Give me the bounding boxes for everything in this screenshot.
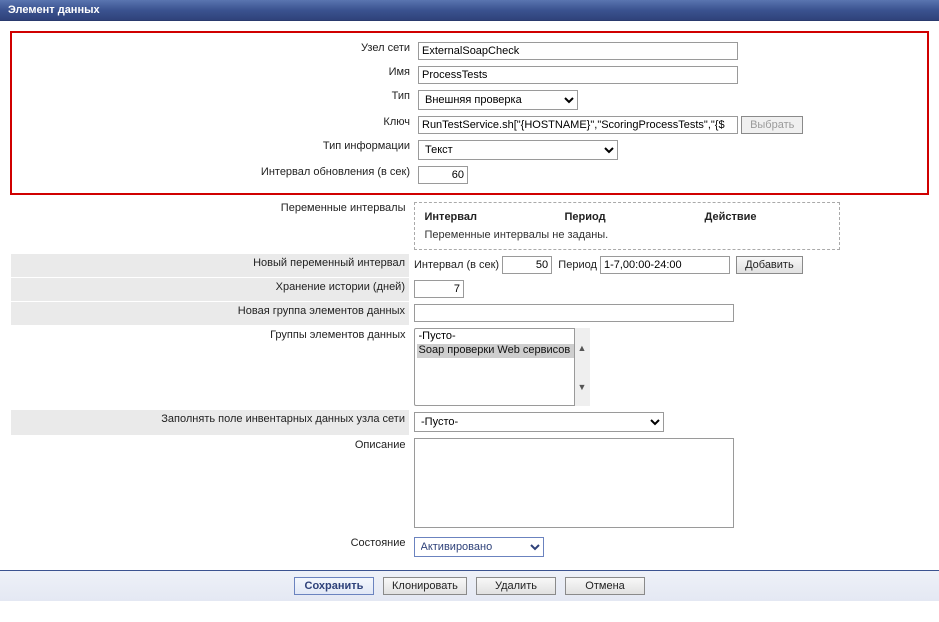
- intervals-box: Интервал Период Действие Переменные инте…: [414, 202, 840, 250]
- new-interval-period-input[interactable]: [600, 256, 730, 274]
- add-interval-button[interactable]: Добавить: [736, 256, 803, 274]
- intervals-empty-text: Переменные интервалы не заданы.: [425, 229, 829, 241]
- new-group-input[interactable]: [414, 304, 734, 322]
- window: Элемент данных Узел сети Имя: [0, 0, 939, 601]
- update-interval-input[interactable]: [418, 166, 468, 184]
- name-input[interactable]: [418, 66, 738, 84]
- label-host: Узел сети: [16, 39, 414, 63]
- type-select[interactable]: Внешняя проверка: [418, 90, 578, 110]
- cancel-button[interactable]: Отмена: [565, 577, 645, 595]
- label-inventory: Заполнять поле инвентарных данных узла с…: [11, 409, 410, 435]
- clone-button[interactable]: Клонировать: [383, 577, 467, 595]
- new-interval-interval-label: Интервал (в сек): [414, 259, 499, 271]
- label-intervals: Переменные интервалы: [11, 199, 410, 253]
- intervals-col-period: Период: [565, 211, 665, 223]
- groups-scrollbar[interactable]: ▲ ▼: [574, 328, 590, 406]
- label-status: Состояние: [11, 534, 410, 560]
- intervals-col-action: Действие: [705, 211, 805, 223]
- label-description: Описание: [11, 435, 410, 534]
- label-new-interval: Новый переменный интервал: [11, 253, 410, 277]
- new-interval-period-label: Период: [558, 259, 597, 271]
- save-button[interactable]: Сохранить: [294, 577, 374, 595]
- label-groups: Группы элементов данных: [11, 325, 410, 409]
- window-title: Элемент данных: [0, 0, 939, 21]
- label-key: Ключ: [16, 113, 414, 137]
- form-body: Узел сети Имя Тип: [0, 21, 939, 560]
- scroll-up-icon[interactable]: ▲: [574, 328, 590, 367]
- host-input[interactable]: [418, 42, 738, 60]
- key-select-button: Выбрать: [741, 116, 803, 134]
- history-input[interactable]: [414, 280, 464, 298]
- label-info-type: Тип информации: [16, 137, 414, 163]
- label-name: Имя: [16, 63, 414, 87]
- intervals-col-interval: Интервал: [425, 211, 525, 223]
- footer-buttons: Сохранить Клонировать Удалить Отмена: [0, 570, 939, 601]
- inventory-select[interactable]: -Пусто-: [414, 412, 664, 432]
- info-type-select[interactable]: Текст: [418, 140, 618, 160]
- label-type: Тип: [16, 87, 414, 113]
- label-update-interval: Интервал обновления (в сек): [16, 163, 414, 187]
- groups-select[interactable]: -Пусто-Soap проверки Web сервисов: [414, 328, 589, 406]
- new-interval-interval-input[interactable]: [502, 256, 552, 274]
- key-input[interactable]: [418, 116, 738, 134]
- delete-button[interactable]: Удалить: [476, 577, 556, 595]
- status-select[interactable]: Активировано: [414, 537, 544, 557]
- scroll-down-icon[interactable]: ▼: [574, 367, 590, 406]
- description-textarea[interactable]: [414, 438, 734, 528]
- highlight-section: Узел сети Имя Тип: [10, 31, 929, 195]
- label-new-group: Новая группа элементов данных: [11, 301, 410, 325]
- label-history: Хранение истории (дней): [11, 277, 410, 301]
